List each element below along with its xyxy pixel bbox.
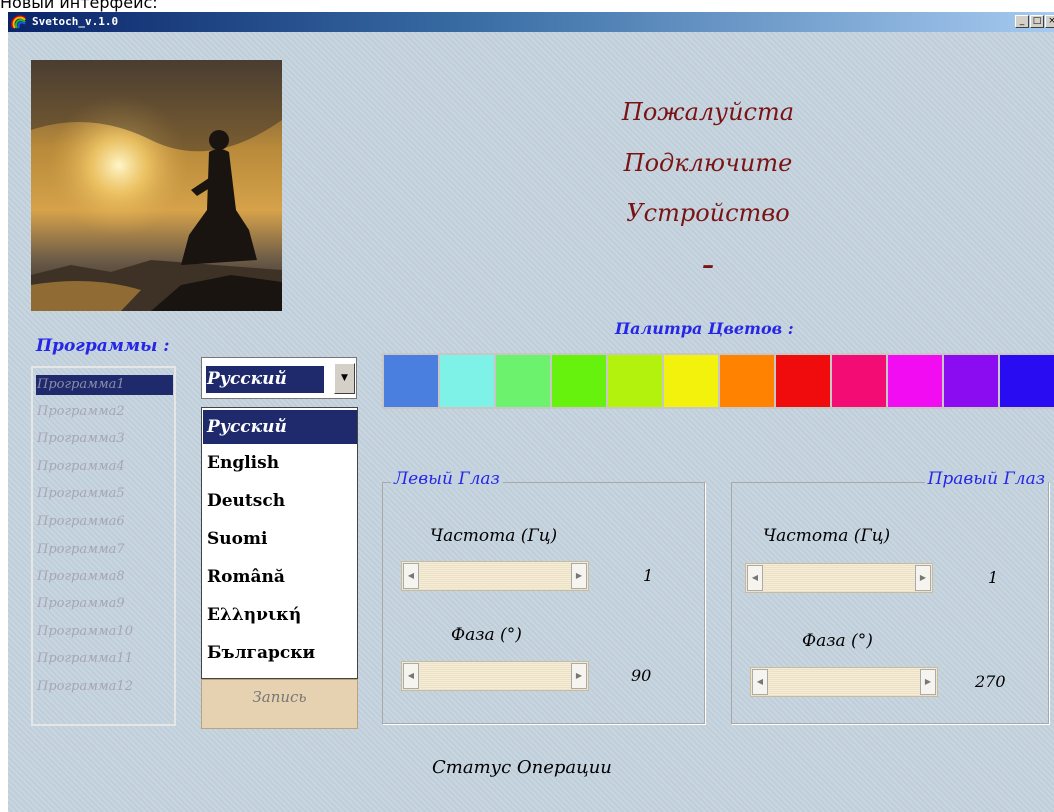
color-swatch-12[interactable] <box>1000 355 1054 407</box>
color-swatch-6[interactable] <box>664 355 718 407</box>
rainbow-icon <box>11 15 26 29</box>
right-eye-group: Правый Глаз Частота (Гц) ◀ ▶ 1 Фаза (°) … <box>731 469 1049 724</box>
scroll-left-arrow-icon[interactable]: ◀ <box>752 669 768 695</box>
color-swatch-8[interactable] <box>776 355 830 407</box>
language-option-bulgarian[interactable]: Български <box>203 636 357 670</box>
language-option-russian[interactable]: Русский <box>203 410 357 444</box>
language-option-deutsch[interactable]: Deutsch <box>203 484 357 518</box>
record-button[interactable]: Запись <box>201 679 358 729</box>
color-palette <box>382 353 1054 409</box>
page-caption: Новый интерфейс: <box>0 0 158 12</box>
scroll-right-arrow-icon[interactable]: ▶ <box>571 563 587 589</box>
language-select[interactable]: Русский ▼ <box>201 357 357 399</box>
program-item-11[interactable]: Программа11 <box>36 649 173 669</box>
program-item-12[interactable]: Программа12 <box>36 677 173 697</box>
program-item-3[interactable]: Программа3 <box>36 429 173 449</box>
right-eye-title: Правый Глаз <box>924 469 1048 489</box>
program-item-4[interactable]: Программа4 <box>36 457 173 477</box>
minimize-button[interactable]: _ <box>1015 15 1029 28</box>
scroll-left-arrow-icon[interactable]: ◀ <box>403 663 419 689</box>
title-bar: Svetoch_v.1.0 _ □ × <box>8 12 1054 32</box>
program-item-9[interactable]: Программа9 <box>36 594 173 614</box>
color-swatch-10[interactable] <box>888 355 942 407</box>
program-item-2[interactable]: Программа2 <box>36 402 173 422</box>
right-frequency-label: Частота (Гц) <box>763 526 891 546</box>
right-phase-value: 270 <box>975 672 1006 691</box>
language-option-romana[interactable]: Română <box>203 560 357 594</box>
program-item-8[interactable]: Программа8 <box>36 567 173 587</box>
right-phase-slider[interactable]: ◀ ▶ <box>750 667 938 697</box>
maximize-button[interactable]: □ <box>1030 15 1044 28</box>
program-item-10[interactable]: Программа10 <box>36 622 173 642</box>
left-frequency-slider[interactable]: ◀ ▶ <box>401 561 589 591</box>
left-phase-value: 90 <box>631 666 652 685</box>
color-swatch-5[interactable] <box>608 355 662 407</box>
program-item-5[interactable]: Программа5 <box>36 484 173 504</box>
meditation-photo <box>31 60 282 311</box>
palette-label: Палитра Цветов : <box>615 319 794 338</box>
program-item-1[interactable]: Программа1 <box>36 375 173 395</box>
color-swatch-9[interactable] <box>832 355 886 407</box>
left-phase-slider[interactable]: ◀ ▶ <box>401 661 589 691</box>
scroll-right-arrow-icon[interactable]: ▶ <box>915 565 931 591</box>
right-frequency-value: 1 <box>988 568 999 587</box>
scroll-right-arrow-icon[interactable]: ▶ <box>920 669 936 695</box>
programs-list[interactable]: Программа1 Программа2 Программа3 Програм… <box>31 366 176 726</box>
scroll-left-arrow-icon[interactable]: ◀ <box>403 563 419 589</box>
left-eye-group: Левый Глаз Частота (Гц) ◀ ▶ 1 Фаза (°) ◀… <box>382 469 705 724</box>
color-swatch-4[interactable] <box>552 355 606 407</box>
left-frequency-value: 1 <box>643 566 654 585</box>
language-dropdown-list[interactable]: Русский English Deutsch Suomi Română Ελλ… <box>201 407 358 679</box>
program-item-6[interactable]: Программа6 <box>36 512 173 532</box>
color-swatch-1[interactable] <box>384 355 438 407</box>
language-option-suomi[interactable]: Suomi <box>203 522 357 556</box>
programs-label: Программы : <box>36 336 170 356</box>
left-phase-label: Фаза (°) <box>451 625 522 645</box>
language-select-value: Русский <box>206 366 324 393</box>
right-frequency-slider[interactable]: ◀ ▶ <box>745 563 933 593</box>
language-option-greek[interactable]: Ελληνική <box>203 598 357 632</box>
right-phase-label: Фаза (°) <box>802 631 873 651</box>
close-button[interactable]: × <box>1045 15 1054 28</box>
color-swatch-2[interactable] <box>440 355 494 407</box>
language-option-english[interactable]: English <box>203 446 357 480</box>
connect-message-line3: Устройство <box>626 199 790 227</box>
window-title: Svetoch_v.1.0 <box>32 15 119 28</box>
status-text: Статус Операции <box>432 757 612 778</box>
chevron-down-icon[interactable]: ▼ <box>334 363 355 394</box>
left-frequency-label: Частота (Гц) <box>430 526 558 546</box>
connect-message-line4: – <box>702 250 714 279</box>
connect-message-line2: Подключите <box>623 149 793 177</box>
color-swatch-7[interactable] <box>720 355 774 407</box>
left-eye-title: Левый Глаз <box>391 469 503 489</box>
program-item-7[interactable]: Программа7 <box>36 540 173 560</box>
scroll-right-arrow-icon[interactable]: ▶ <box>571 663 587 689</box>
scroll-left-arrow-icon[interactable]: ◀ <box>747 565 763 591</box>
connect-message-line1: Пожалуйста <box>621 98 795 126</box>
color-swatch-3[interactable] <box>496 355 550 407</box>
app-window: Svetoch_v.1.0 _ □ × Пожалуйста Подключит… <box>8 12 1054 812</box>
color-swatch-11[interactable] <box>944 355 998 407</box>
